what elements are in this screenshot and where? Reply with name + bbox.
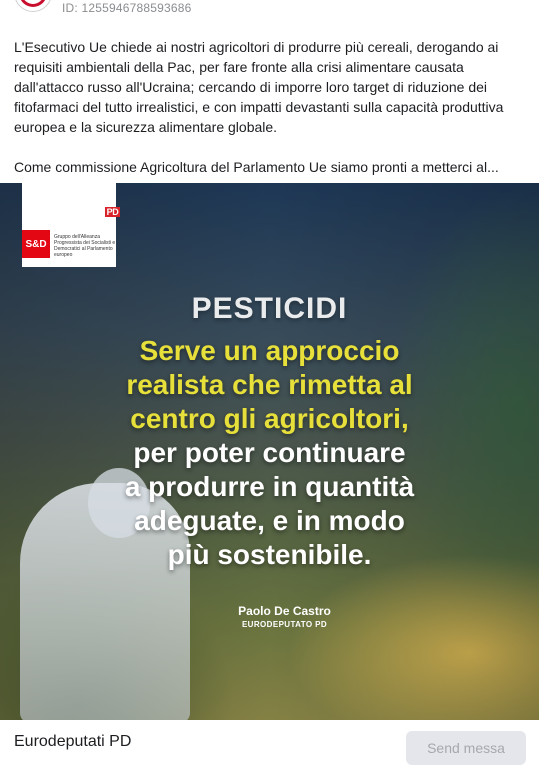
quote-line-3: centro gli agricoltori, <box>130 403 409 434</box>
author-role: EURODEPUTATO PD <box>241 620 328 629</box>
eurodeputati-logo: EURODEPUTATI PD <box>22 207 121 219</box>
avatar-logo-icon <box>19 0 47 7</box>
eurodeputati-logo-text: EURODEPUTATI <box>22 207 104 219</box>
quote-author: Paolo De Castro EURODEPUTATO PD <box>0 604 539 629</box>
send-message-button[interactable]: Send messa <box>406 731 526 765</box>
post-text: L'Esecutivo Ue chiede ai nostri agricolt… <box>14 37 514 177</box>
post-id: ID: 1255946788593686 <box>62 1 192 15</box>
quote-line-4: per poter continuare <box>133 437 406 468</box>
sd-logo: S&D Gruppo dell'Alleanza Progressista de… <box>22 230 116 262</box>
page-name-link[interactable]: Eurodeputati PD <box>14 733 131 751</box>
author-name: Paolo De Castro <box>238 604 331 618</box>
sd-logo-badge: S&D <box>22 230 50 258</box>
pd-logo-badge: PD <box>104 207 121 217</box>
image-quote: Serve un approccio realista che rimetta … <box>20 334 519 572</box>
sd-logo-text: Gruppo dell'Alleanza Progressista dei So… <box>54 234 116 258</box>
quote-line-5: a produrre in quantità <box>124 471 415 502</box>
quote-line-7: più sostenibile. <box>167 539 372 570</box>
image-headline: PESTICIDI <box>191 292 348 325</box>
post-paragraph-1: L'Esecutivo Ue chiede ai nostri agricolt… <box>14 39 504 135</box>
quote-line-1: Serve un approccio <box>139 335 400 366</box>
page-avatar[interactable] <box>14 0 52 12</box>
post-paragraph-2: Come commissione Agricoltura del Parlame… <box>14 159 499 175</box>
quote-line-2: realista che rimetta al <box>126 369 413 400</box>
quote-line-6: adeguate, e in modo <box>134 505 405 536</box>
